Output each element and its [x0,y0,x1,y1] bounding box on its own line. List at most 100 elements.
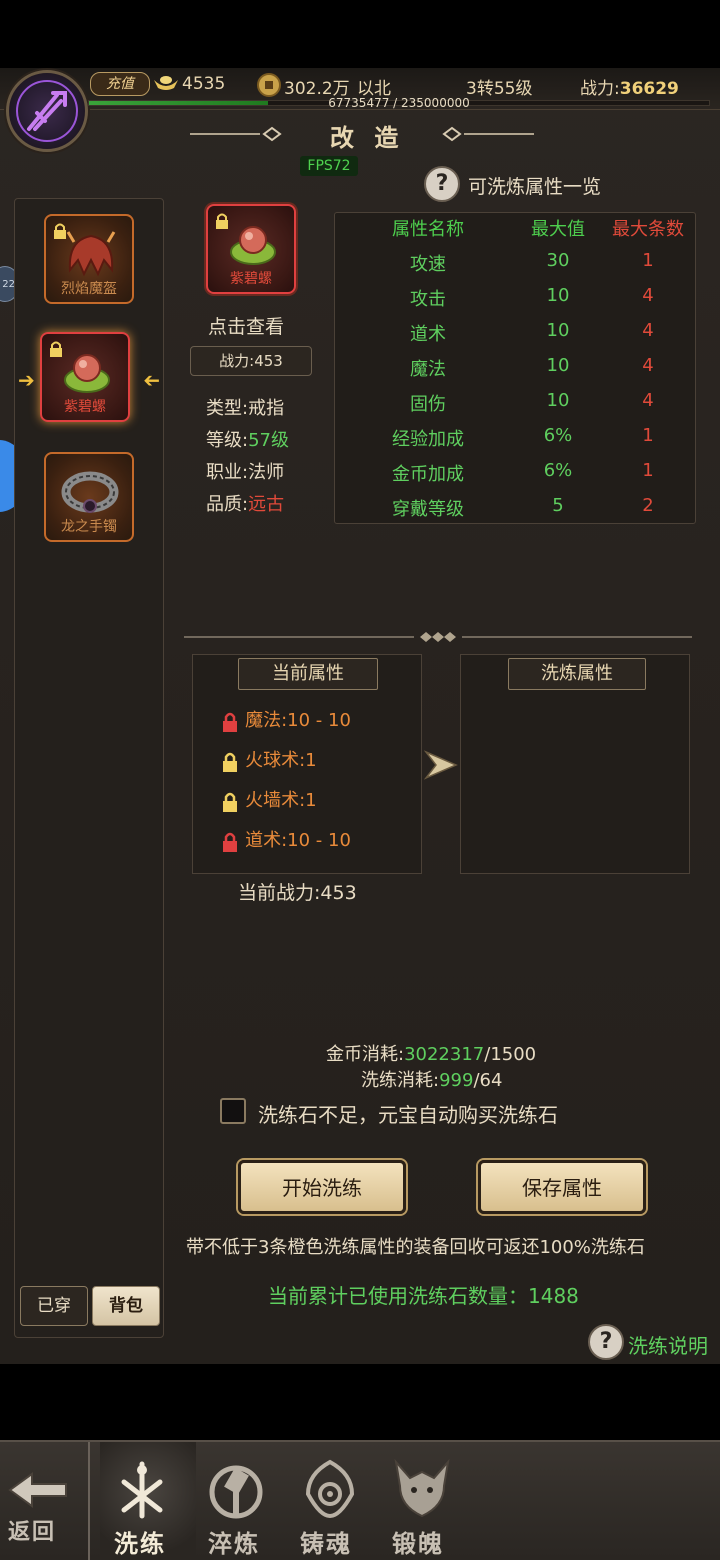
attr-name: 道术 [410,324,446,345]
table-row: 道术 10 4 [335,320,695,355]
level-value: 57级 [248,430,289,451]
equipment-slot[interactable]: 龙之手镯 [44,452,134,542]
equipment-name: 烈焰魔盔 [61,281,117,297]
gold-coin-icon [256,72,282,98]
temper-icon [209,1465,263,1519]
view-item-link[interactable]: 点击查看 [208,312,284,339]
attr-max: 10 [546,320,570,341]
property-line[interactable]: 魔法:10 - 10 [220,706,351,733]
stone-cost-have: 999 [439,1070,474,1091]
soul-cast-icon [305,1459,355,1519]
quality-value: 远古 [248,494,285,515]
page-title: 改 造 [330,124,405,152]
refine-help-link[interactable]: 洗练说明 [628,1330,708,1359]
start-refine-button[interactable]: 开始洗练 [238,1160,406,1214]
stone-cost-need: /64 [473,1070,503,1091]
lock-icon [223,712,237,732]
title-right-ornament [442,126,534,142]
save-attributes-button[interactable]: 保存属性 [478,1160,646,1214]
nav-tab-temper[interactable]: 淬炼 [208,1524,260,1559]
type-value: 戒指 [248,398,285,419]
column-header-name: 属性名称 [392,219,464,240]
column-header-count: 最大条数 [612,219,684,240]
stone-cost-label: 洗练消耗: [361,1070,440,1091]
back-button[interactable]: 返回 [8,1514,56,1546]
attr-name: 经验加成 [392,429,464,450]
arrow-left-icon: ➔ [143,368,160,392]
attr-max: 6% [543,460,573,481]
section-divider [184,632,692,642]
table-row: 经验加成 6% 1 [335,425,695,460]
lock-icon [223,832,237,852]
attr-count: 4 [642,320,654,341]
ring-icon [64,354,110,393]
demon-forge-icon [394,1458,450,1518]
class-label: 职业: [206,462,249,483]
table-header-row: 属性名称 最大值 最大条数 [335,215,695,250]
property-text: 火球术:1 [245,750,317,771]
nav-tab-refine[interactable]: 洗练 [114,1524,166,1559]
item-power-badge: 战力:453 [190,346,312,376]
attr-name: 穿戴等级 [392,499,464,520]
attr-max: 10 [546,390,570,411]
equipment-slot[interactable]: 烈焰魔盔 [44,214,134,304]
attr-count: 4 [642,285,654,306]
attr-count: 1 [642,460,654,481]
ring-icon [230,226,276,265]
auto-buy-label: 洗练石不足，元宝自动购买洗练石 [258,1103,558,1127]
auto-buy-checkbox[interactable] [220,1098,246,1124]
equipment-slot-selected[interactable]: 紫碧螺 [40,332,130,422]
equipment-name: 龙之手镯 [61,519,117,535]
helmet-icon [66,231,116,277]
gold-cost-have: 3022317 [404,1044,485,1065]
type-label: 类型: [206,398,249,419]
title-bar: 改 造 [180,116,540,152]
selected-item-name: 紫碧螺 [230,271,272,287]
attr-name: 攻速 [410,254,446,275]
table-row: 攻击 10 4 [335,285,695,320]
tab-worn[interactable]: 已穿 [20,1286,88,1326]
ingot-count: 4535 [182,74,226,94]
attr-count: 4 [642,355,654,376]
property-line[interactable]: 火球术:1 [220,746,317,773]
player-avatar[interactable] [6,70,88,152]
property-line[interactable]: 道术:10 - 10 [220,826,351,853]
gold-cost-label: 金币消耗: [326,1044,405,1065]
property-line[interactable]: 火墙术:1 [220,786,317,813]
level-label: 等级: [206,430,249,451]
bracelet-icon [61,471,119,513]
tab-bag[interactable]: 背包 [92,1286,160,1326]
attr-name: 魔法 [410,359,446,380]
table-row: 固伤 10 4 [335,390,695,425]
attr-name: 金币加成 [392,464,464,485]
nav-tab-soul-cast[interactable]: 铸魂 [300,1524,352,1559]
current-properties-title: 当前属性 [238,658,378,690]
table-row: 攻速 30 1 [335,250,695,285]
property-text: 魔法:10 - 10 [245,710,351,731]
recharge-button[interactable]: 充值 [90,72,150,96]
arrow-right-icon: ➔ [18,368,35,392]
ingot-icon [152,74,180,92]
table-row: 魔法 10 4 [335,355,695,390]
recycle-note: 带不低于3条橙色洗练属性的装备回收可返还100%洗练石 [186,1237,645,1258]
attr-max: 10 [546,285,570,306]
attr-max: 30 [546,250,570,271]
attribute-table: 属性名称 最大值 最大条数 攻速 30 1 攻击 10 4 道术 10 4 魔法 10 4 固伤… [334,212,696,524]
property-text: 道术:10 - 10 [245,830,351,851]
equipment-name: 紫碧螺 [64,399,106,415]
lock-icon [223,752,237,772]
back-arrow-icon [8,1472,67,1508]
help-icon[interactable]: ? [588,1324,624,1360]
title-left-ornament [190,126,282,142]
selected-item-icon[interactable]: 紫碧螺 [206,204,296,294]
attr-count: 2 [642,495,654,516]
used-stones-text: 当前累计已使用洗练石数量：1488 [268,1284,579,1308]
attr-overview-help-icon[interactable]: ? [424,166,460,202]
column-header-max: 最大值 [531,219,585,240]
table-row: 金币加成 6% 1 [335,460,695,495]
bottom-navigation: 返回 洗练 淬炼 铸魂 锻魄 [0,1440,720,1560]
nav-tab-forge[interactable]: 锻魄 [392,1524,444,1559]
gold-cost-need: /1500 [484,1044,537,1065]
attr-count: 1 [642,425,654,446]
table-row: 穿戴等级 5 2 [335,495,695,530]
